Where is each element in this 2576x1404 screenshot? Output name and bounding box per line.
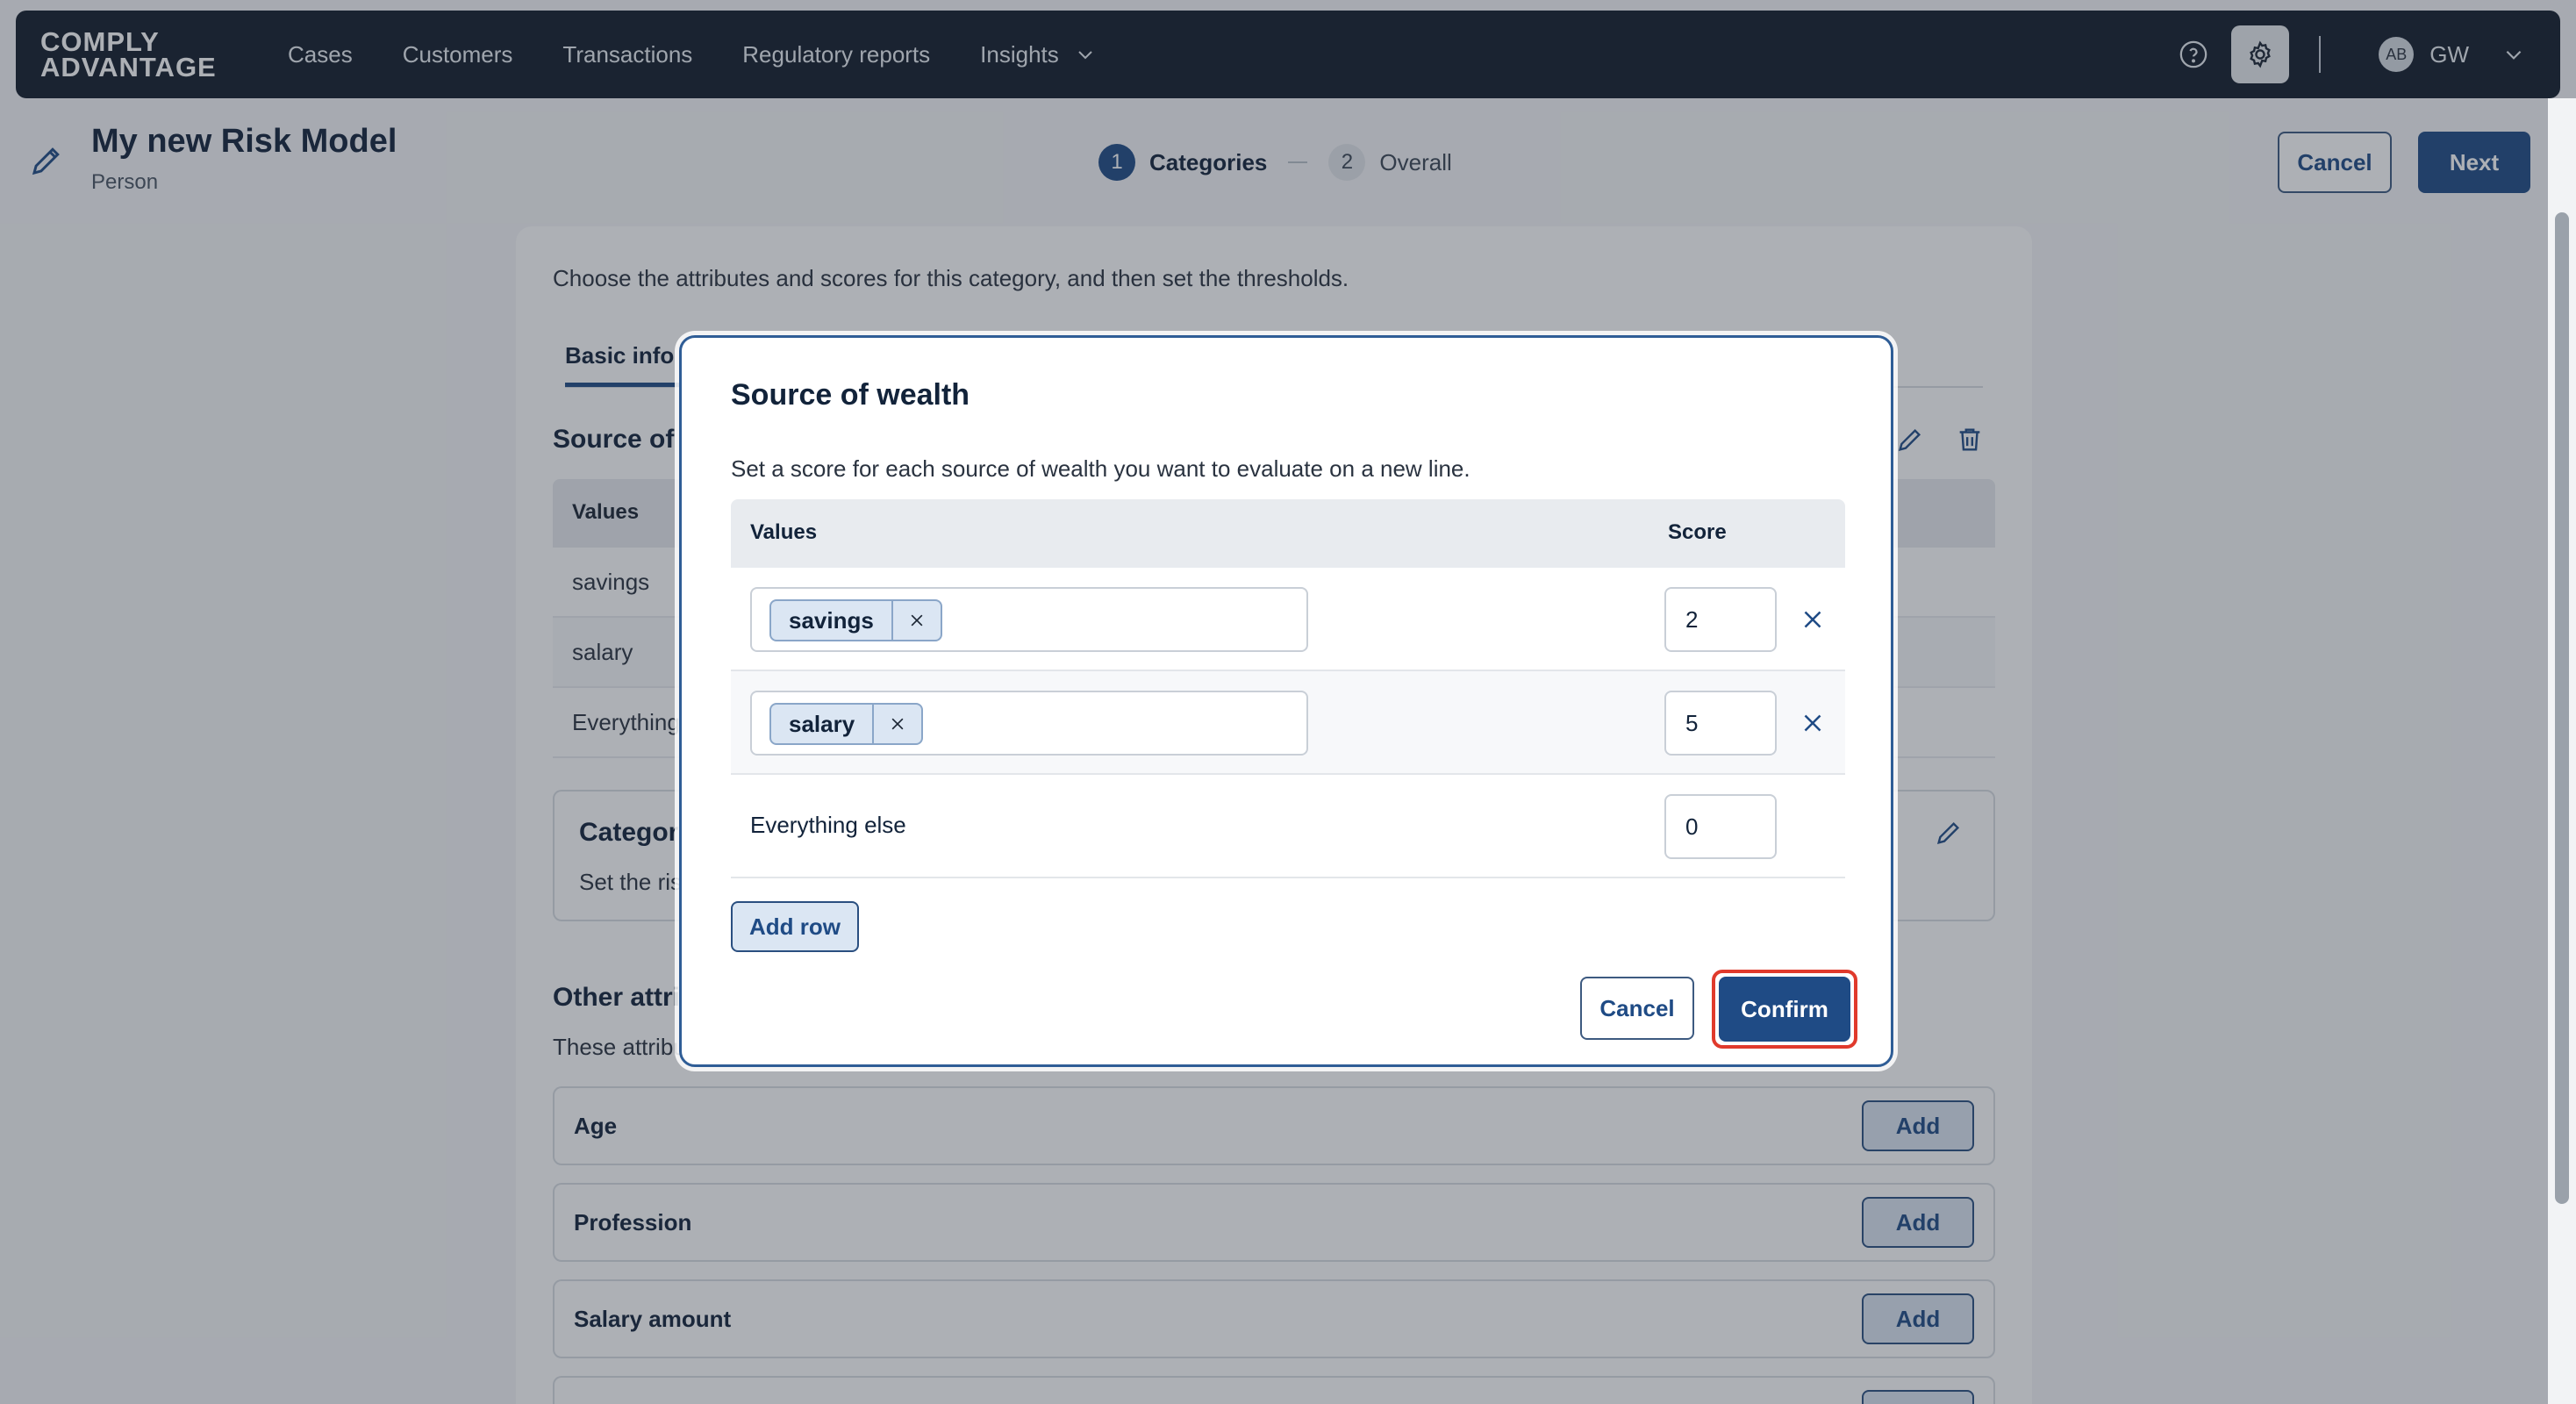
- add-row-button[interactable]: Add row: [731, 901, 859, 952]
- value-chip: salary: [769, 703, 924, 745]
- values-column-header: Values: [750, 520, 818, 544]
- score-input[interactable]: [1664, 587, 1777, 652]
- source-of-wealth-dialog: Source of wealth Set a score for each so…: [679, 335, 1893, 1067]
- dialog-cancel-button[interactable]: Cancel: [1580, 977, 1694, 1040]
- close-icon: [891, 718, 904, 730]
- chip-label: savings: [789, 606, 874, 634]
- chip-label: salary: [789, 710, 855, 737]
- page-scrollbar[interactable]: [2548, 98, 2576, 1404]
- table-row: salary: [731, 671, 1845, 775]
- scrollbar-thumb[interactable]: [2555, 212, 2569, 1204]
- chip-remove-button[interactable]: [891, 601, 941, 640]
- remove-row-close-icon[interactable]: [1798, 605, 1828, 634]
- table-row-everything-else: Everything else: [731, 775, 1845, 878]
- remove-row-close-icon[interactable]: [1798, 708, 1828, 738]
- value-chip: savings: [769, 599, 942, 641]
- dialog-confirm-button[interactable]: Confirm: [1719, 977, 1850, 1042]
- score-column-header: Score: [1668, 520, 1727, 544]
- dialog-description: Set a score for each source of wealth yo…: [731, 455, 1470, 482]
- everything-else-label: Everything else: [750, 812, 906, 838]
- values-tag-input[interactable]: salary: [750, 691, 1308, 756]
- dialog-title: Source of wealth: [731, 378, 970, 412]
- values-tag-input[interactable]: savings: [750, 587, 1308, 652]
- chip-remove-button[interactable]: [872, 705, 921, 743]
- everything-else-score-input[interactable]: [1664, 794, 1777, 859]
- score-table-header: Values Score: [731, 499, 1845, 568]
- close-icon: [911, 614, 923, 627]
- score-input[interactable]: [1664, 691, 1777, 756]
- table-row: savings: [731, 568, 1845, 671]
